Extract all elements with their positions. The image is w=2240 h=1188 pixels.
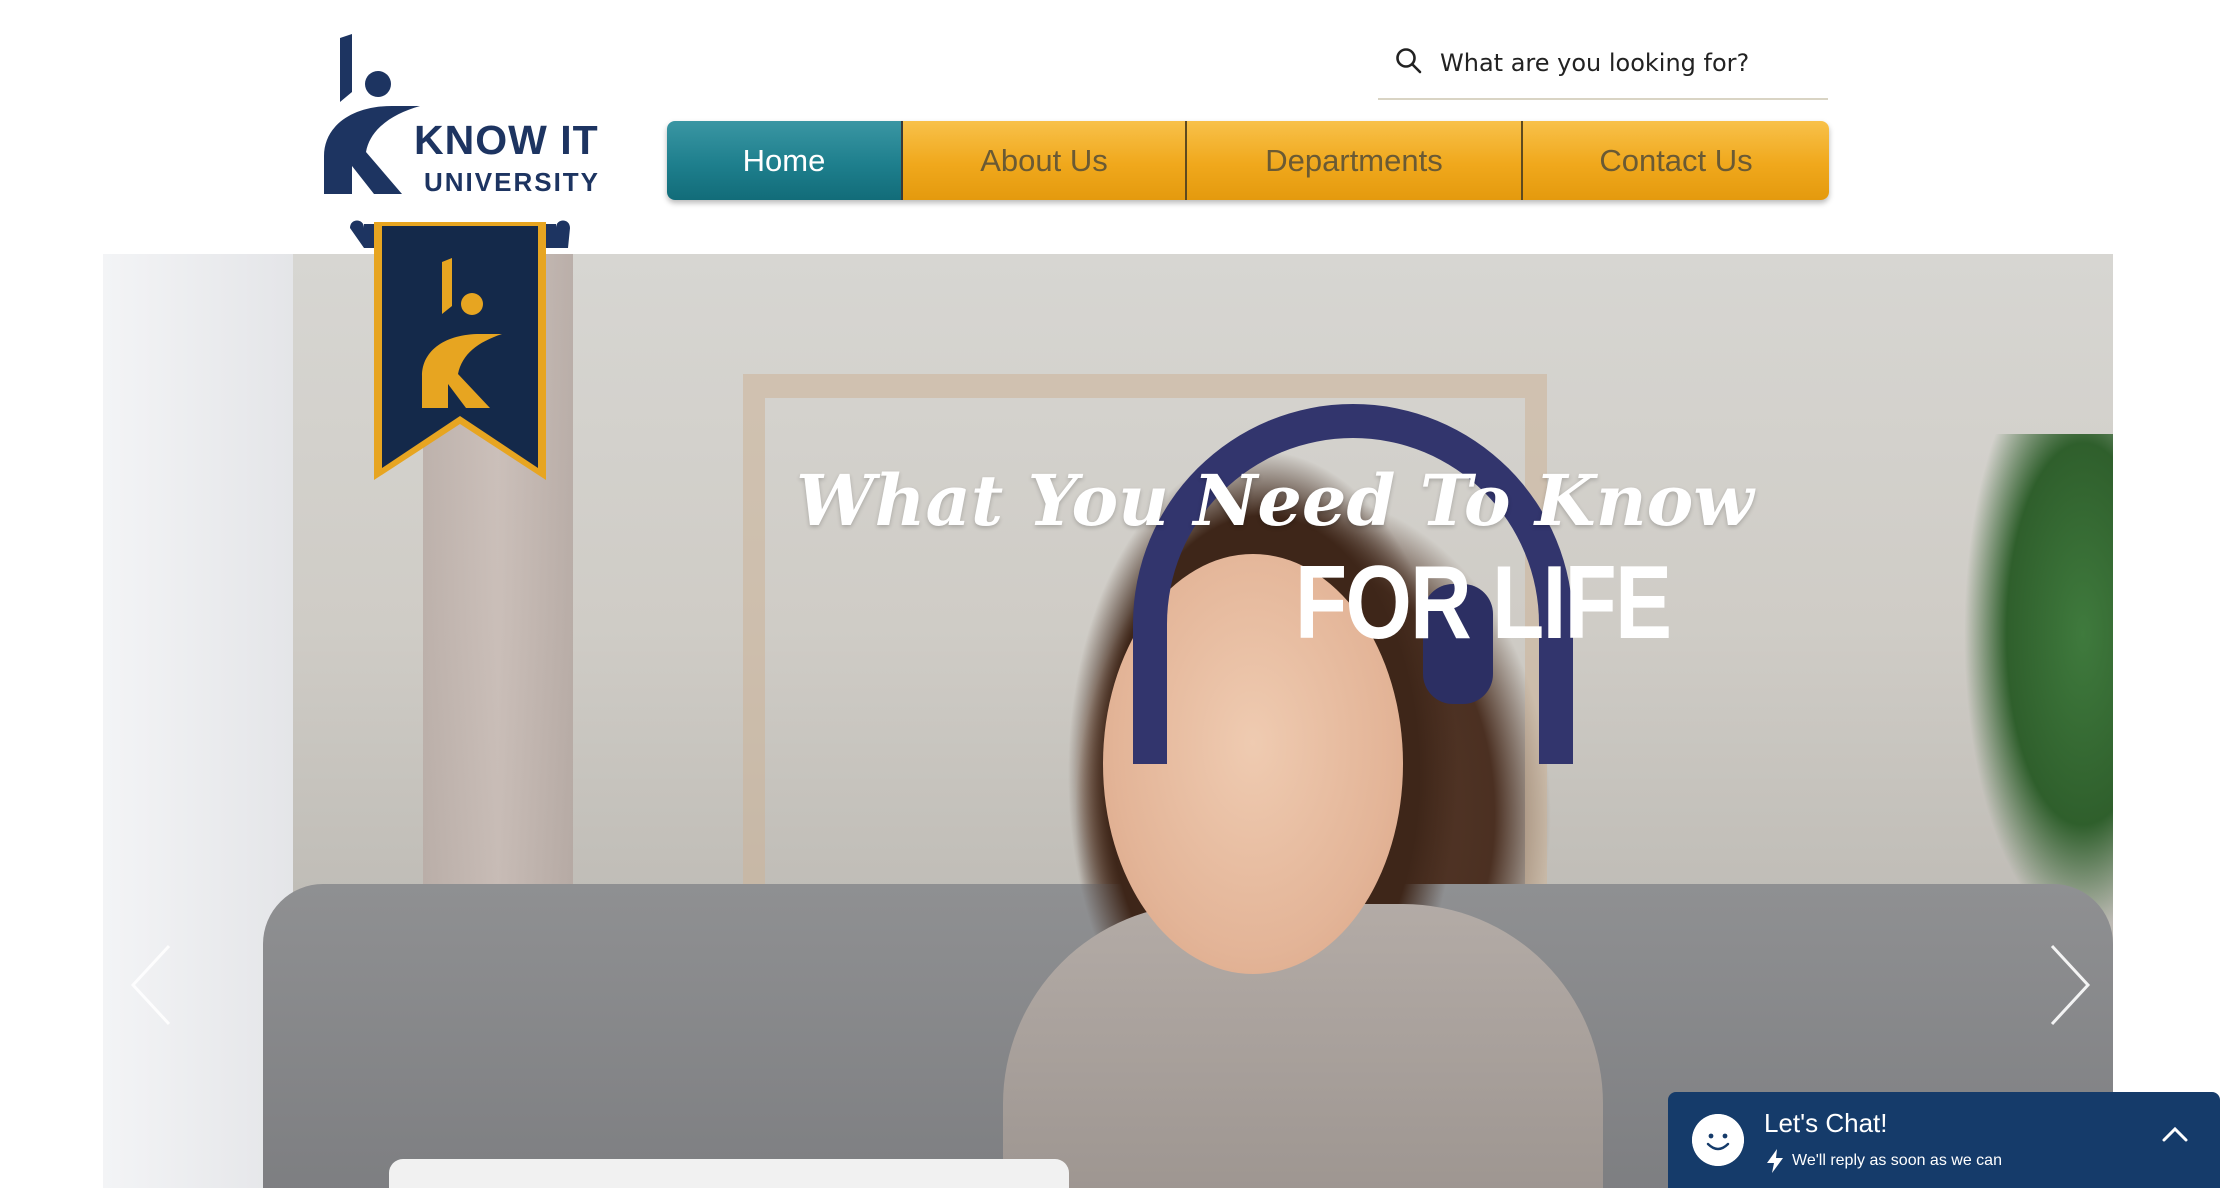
hero-background-plant: [1963, 434, 2113, 934]
nav-item-contact-us[interactable]: Contact Us: [1523, 121, 1829, 200]
k-figure-logo-icon: [324, 34, 420, 194]
hero-tagline-headline: FOR LIFE: [1295, 545, 1672, 661]
chevron-up-icon[interactable]: [2160, 1124, 2190, 1144]
chevron-right-icon[interactable]: [2038, 930, 2098, 1040]
ribbon-badge-icon: [350, 220, 570, 480]
chat-subtitle: We'll reply as soon as we can: [1792, 1152, 2002, 1169]
logo-wordmark-line1: KNOW IT: [414, 117, 599, 163]
hero-laptop: [389, 1159, 1069, 1188]
chat-widget[interactable]: Let's Chat! We'll reply as soon as we ca…: [1668, 1092, 2220, 1188]
nav-item-departments[interactable]: Departments: [1187, 121, 1523, 200]
lightning-icon: [1767, 1149, 1783, 1173]
main-nav: Home About Us Departments Contact Us: [667, 121, 1829, 200]
university-logo[interactable]: KNOW IT UNIVERSITY: [322, 34, 607, 197]
site-search: [1378, 38, 1828, 100]
search-icon[interactable]: [1394, 46, 1424, 76]
logo-wordmark-line2: UNIVERSITY: [424, 167, 601, 197]
nav-item-about-us[interactable]: About Us: [903, 121, 1187, 200]
chat-title: Let's Chat!: [1764, 1108, 1888, 1138]
nav-item-home[interactable]: Home: [667, 121, 903, 200]
hero-tagline-script: What You Need To Know: [796, 459, 1754, 542]
chevron-left-icon[interactable]: [123, 930, 183, 1040]
smiley-icon: [1692, 1114, 1744, 1166]
search-input[interactable]: [1438, 42, 1822, 84]
